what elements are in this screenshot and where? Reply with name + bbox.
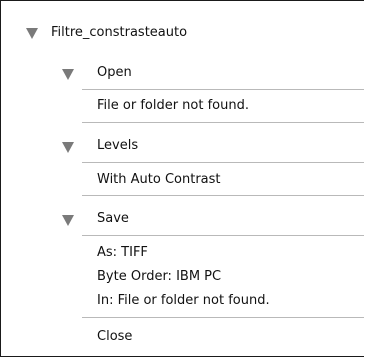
step-detail: With Auto Contrast — [97, 172, 221, 187]
divider — [82, 235, 364, 236]
step-title: Levels — [97, 138, 139, 153]
divider — [82, 195, 364, 196]
divider — [82, 162, 364, 163]
step-title: Open — [97, 65, 132, 80]
step-title: Save — [97, 211, 129, 226]
divider — [82, 317, 364, 318]
divider — [82, 122, 364, 123]
step-detail: File or folder not found. — [97, 98, 250, 113]
disclosure-triangle-icon[interactable] — [62, 142, 74, 153]
disclosure-triangle-icon[interactable] — [26, 28, 38, 39]
step-detail: As: TIFF — [97, 245, 148, 260]
disclosure-triangle-icon[interactable] — [62, 69, 74, 80]
disclosure-triangle-icon[interactable] — [62, 215, 74, 226]
step-detail: Byte Order: IBM PC — [97, 269, 222, 284]
actions-panel: Filtre_constrasteauto Open File or folde… — [0, 0, 364, 357]
divider — [82, 89, 364, 90]
step-title: Close — [97, 329, 133, 344]
step-detail: In: File or folder not found. — [97, 293, 270, 308]
action-set-name: Filtre_constrasteauto — [51, 25, 188, 40]
